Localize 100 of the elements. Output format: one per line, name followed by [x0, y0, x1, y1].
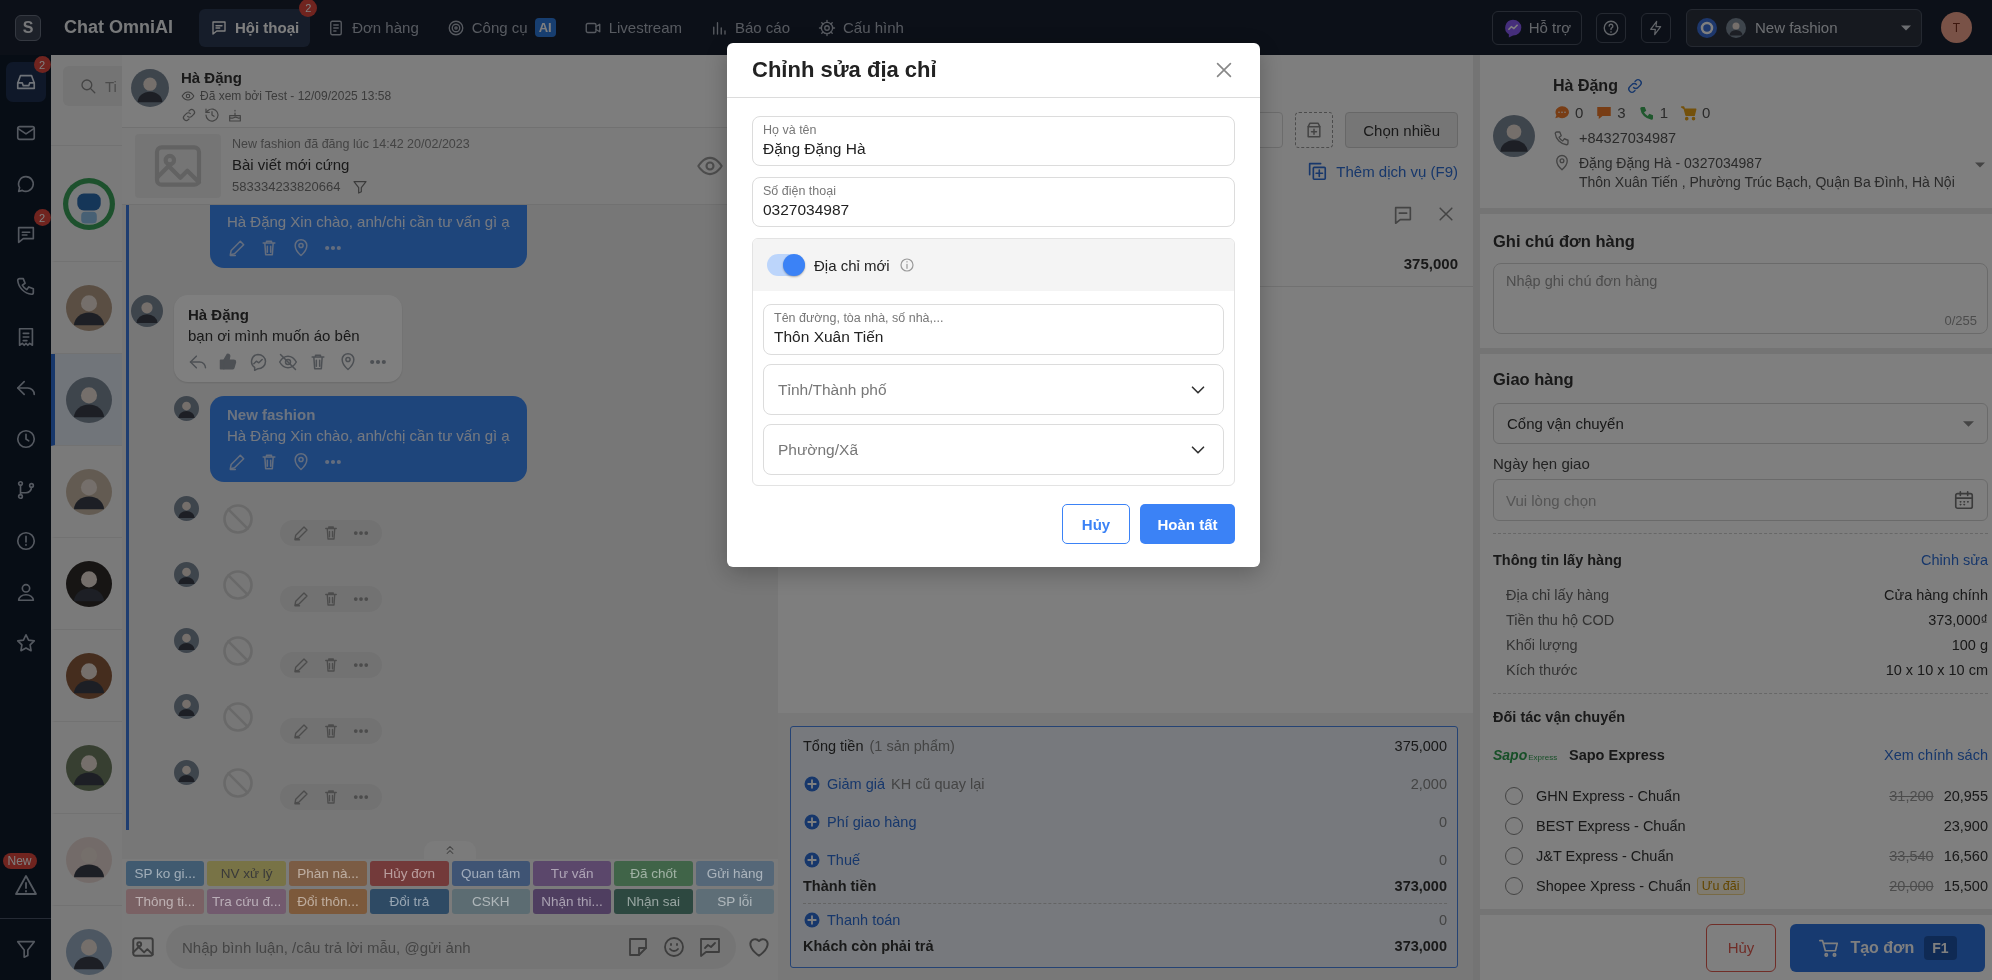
toggle-label: Địa chỉ mới — [814, 256, 890, 274]
tag-chip[interactable]: Nhận thi... — [532, 889, 612, 914]
provider-logo: Sapo Express — [1493, 747, 1559, 763]
summary-link[interactable]: Phí giao hàng — [827, 814, 917, 830]
tag-chip[interactable]: Gửi hàng — [695, 861, 774, 886]
tag-chip[interactable]: Thông ti... — [126, 889, 205, 914]
summary-link[interactable]: Thanh toán — [827, 911, 901, 928]
tag-chip[interactable]: Hủy đơn — [370, 861, 449, 886]
post-title: Bài viết mới cứng — [232, 155, 351, 175]
stat-count: 0 — [1575, 103, 1584, 122]
edit-link[interactable]: Chỉnh sửa — [1921, 550, 1988, 570]
summary-label: Tổng tiền — [803, 738, 864, 754]
info-label: Địa chỉ lấy hàng — [1506, 586, 1610, 603]
summary-value: 373,000 — [1394, 878, 1447, 894]
field-label: Số điện thoại — [763, 183, 837, 199]
customer-phone: +84327034987 — [1579, 129, 1677, 148]
carrier-name: BEST Express - Chuẩn — [1536, 818, 1686, 834]
promo-tag: Ưu đãi — [1696, 877, 1745, 895]
nav-tab[interactable]: Cấu hình — [807, 8, 915, 47]
info-value: 373,000₫ — [1928, 611, 1988, 628]
carrier-name: J&T Express - Chuẩn — [1536, 848, 1674, 864]
price: 23,900 — [1943, 818, 1988, 834]
text-field[interactable]: Số điện thoại 0327034987 — [752, 177, 1235, 227]
dialog-title: Chỉnh sửa địa chỉ — [752, 57, 937, 83]
tag-chip[interactable]: Phàn nà... — [288, 861, 368, 886]
sender-name: New fashion — [227, 405, 317, 425]
nav-tab[interactable]: Công cụ AI — [435, 8, 567, 47]
tag-chip[interactable]: Quan tâm — [451, 861, 530, 886]
confirm-button[interactable]: Hoàn tất — [1140, 504, 1235, 544]
stat-count: 0 — [1702, 103, 1711, 122]
cancel-button[interactable]: Hủy — [1062, 504, 1130, 544]
price: 15,500 — [1943, 878, 1988, 894]
provider-name: Sapo Express — [1569, 747, 1665, 763]
tag-chip[interactable]: Đổi thôn... — [288, 889, 368, 914]
seen-status: Đã xem bởi Test - 12/09/2025 13:58 — [200, 88, 392, 105]
post-id: 583334233820664 — [232, 178, 341, 196]
address-name: Đặng Đặng Hà - 0327034987 — [1579, 154, 1763, 173]
summary-value: 0 — [1438, 814, 1447, 830]
tag-chip[interactable]: Tư vấn — [532, 861, 612, 886]
summary-link[interactable]: Thuế — [827, 852, 861, 868]
section-title: Ghi chú đơn hàng — [1493, 231, 1636, 252]
support-button[interactable]: Hỗ trợ — [1491, 10, 1582, 45]
create-order-button[interactable]: Tạo đơn F1 — [1790, 923, 1985, 972]
add-service-link[interactable]: Thêm dịch vụ (F9) — [1306, 160, 1458, 182]
field-label: Tên đường, tòa nhà, số nhà,... — [774, 310, 945, 326]
new-badge: New — [2, 853, 37, 869]
policy-link[interactable]: Xem chính sách — [1884, 747, 1988, 763]
section-title: Thông tin lấy hàng — [1493, 551, 1622, 570]
summary-link[interactable]: Giảm giá — [827, 776, 886, 792]
count-badge: 2 — [299, 0, 318, 17]
address-line: Thôn Xuân Tiến , Phường Trúc Bạch, Quận Ba Đình, Hà Nội — [1579, 173, 1955, 192]
text-field[interactable]: Tên đường, tòa nhà, số nhà,... Thôn Xuân Tiến — [763, 304, 1224, 355]
text-field[interactable]: Họ và tên Đặng Đặng Hà — [752, 116, 1235, 166]
app-name: Chat OmniAI — [64, 17, 173, 38]
carrier-name: Shopee Xpress - Chuẩn — [1536, 878, 1691, 894]
summary-value: 0 — [1438, 911, 1447, 928]
summary-note: KH cũ quay lại — [891, 776, 985, 792]
contact-name: Hà Đặng — [181, 69, 243, 87]
summary-value: 373,000 — [1394, 938, 1447, 954]
shortcut-badge: F1 — [1924, 935, 1957, 960]
tag-chip[interactable]: Đổi trả — [370, 889, 449, 914]
tag-chip[interactable]: Nhận sai — [614, 889, 693, 914]
summary-note: (1 sản phẩm) — [869, 738, 955, 754]
page-selector[interactable]: New fashion — [1686, 8, 1922, 47]
carrier-name: GHN Express - Chuẩn — [1536, 788, 1681, 804]
price: 20,955 — [1943, 788, 1988, 804]
tag-chip[interactable]: CSKH — [451, 889, 530, 914]
ai-badge: AI — [534, 18, 556, 37]
info-label: Tiền thu hộ COD — [1506, 611, 1615, 628]
tag-chip[interactable]: SP lỗi — [695, 889, 774, 914]
nav-tab[interactable]: Báo cáo — [699, 8, 802, 47]
user-avatar[interactable]: T — [1941, 12, 1972, 43]
text-input[interactable]: Thôn Xuân Tiến — [774, 326, 1213, 348]
text-input[interactable]: 0327034987 — [763, 199, 1224, 221]
sender-name: Hà Đặng — [188, 305, 250, 325]
summary-value: 0 — [1438, 852, 1447, 868]
nav-tab[interactable]: Đơn hàng — [316, 8, 430, 47]
tag-chip[interactable]: NV xử lý — [207, 861, 286, 886]
price: 16,560 — [1943, 848, 1988, 864]
info-value: 10 x 10 x 10 cm — [1885, 661, 1988, 678]
multi-select-button[interactable]: Chọn nhiều — [1345, 112, 1458, 148]
info-label: Khối lượng — [1506, 636, 1578, 653]
text-input[interactable]: Đặng Đặng Hà — [763, 138, 1224, 160]
summary-label: Khách còn phải trả — [803, 938, 934, 954]
carrier-select[interactable]: Cổng vận chuyển — [1493, 403, 1988, 444]
field-label: Ngày hẹn giao — [1493, 455, 1591, 473]
stat-count: 3 — [1617, 103, 1626, 122]
stat-count: 1 — [1659, 103, 1669, 122]
dropdown-field[interactable]: Tỉnh/Thành phố — [763, 364, 1224, 415]
tag-chip[interactable]: Tra cứu đ... — [207, 889, 286, 914]
dropdown-field[interactable]: Phường/Xã — [763, 424, 1224, 475]
summary-value: 375,000 — [1394, 738, 1447, 754]
section-title: Đối tác vận chuyển — [1493, 708, 1626, 727]
count-badge: 2 — [33, 209, 51, 226]
tag-chip[interactable]: Đã chốt — [614, 861, 693, 886]
nav-tab[interactable]: Livestream — [572, 8, 693, 47]
cancel-button[interactable]: Hủy — [1706, 923, 1776, 972]
line-total: 375,000 — [1403, 255, 1458, 272]
info-value: 100 g — [1951, 636, 1988, 653]
tag-chip[interactable]: SP ko gi... — [126, 861, 205, 886]
